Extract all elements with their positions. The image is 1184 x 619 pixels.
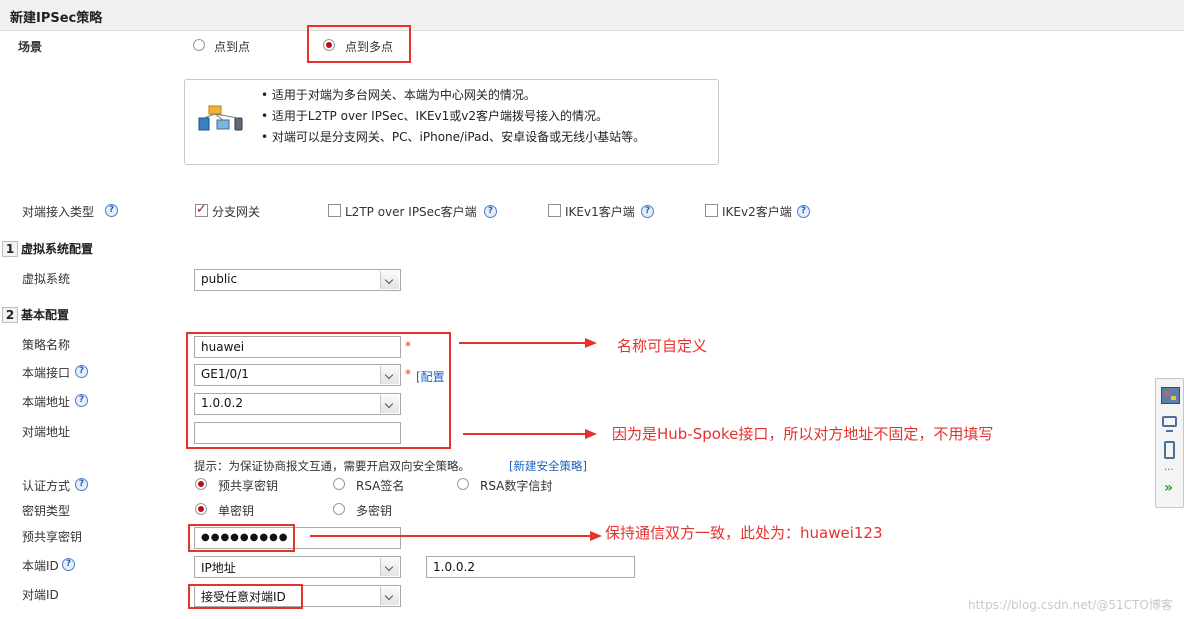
- peer-access-label: 对端接入类型: [22, 205, 95, 219]
- checkbox-ikev1[interactable]: [548, 204, 561, 217]
- highlight-box-psk: [188, 524, 295, 552]
- auth-radio-rsa-sig[interactable]: [333, 478, 345, 490]
- local-id-input[interactable]: 1.0.0.2: [426, 556, 635, 578]
- chevron-down-icon[interactable]: [380, 587, 399, 605]
- checkbox-branch-gateway[interactable]: [195, 202, 208, 217]
- auth-radio-psk[interactable]: [195, 478, 207, 490]
- local-id-type-value: IP地址: [201, 561, 236, 575]
- info-item: • 适用于L2TP over IPSec、IKEv1或v2客户端拨号接入的情况。: [261, 109, 609, 123]
- tip-text: 提示：为保证协商报文互通，需要开启双向安全策略。: [194, 459, 470, 473]
- configure-interface-link[interactable]: [配置: [416, 368, 445, 385]
- help-icon[interactable]: ?: [62, 558, 75, 571]
- section-title: 基本配置: [21, 308, 70, 322]
- help-icon[interactable]: ?: [105, 204, 118, 217]
- checkbox-label-l2tp[interactable]: L2TP over IPSec客户端: [345, 203, 477, 220]
- section-basic-header: 2 基本配置: [2, 306, 69, 323]
- auth-option-rsa-env[interactable]: RSA数字信封: [480, 477, 552, 494]
- local-address-select[interactable]: 1.0.0.2: [194, 393, 401, 415]
- vsys-select[interactable]: public: [194, 269, 401, 291]
- annotation-peer-address: 因为是Hub-Spoke接口，所以对方地址不固定，不用填写: [612, 425, 994, 443]
- vsys-value: public: [201, 272, 238, 286]
- annotation-arrow-head: [590, 531, 602, 541]
- new-security-policy-link[interactable]: [新建安全策略]: [509, 458, 587, 474]
- local-interface-select[interactable]: GE1/0/1: [194, 364, 401, 386]
- annotation-psk: 保持通信双方一致，此处为：huawei123: [605, 524, 883, 542]
- chevron-down-icon[interactable]: [380, 558, 399, 576]
- vsys-label: 虚拟系统: [22, 272, 71, 286]
- auth-option-rsa-sig[interactable]: RSA签名: [356, 477, 404, 494]
- auth-label: 认证方式: [22, 479, 71, 493]
- dialog-title: 新建IPSec策略: [10, 11, 103, 26]
- checkbox-l2tp[interactable]: [328, 204, 341, 217]
- scene-label: 场景: [18, 40, 43, 54]
- help-icon[interactable]: ?: [75, 478, 88, 491]
- local-id-type-select[interactable]: IP地址: [194, 556, 401, 578]
- peer-address-label: 对端地址: [22, 425, 71, 439]
- watermark: https://blog.csdn.net/@51CTO博客: [968, 598, 1173, 612]
- dialog-title-bar: 新建IPSec策略: [0, 0, 1184, 31]
- section-title: 虚拟系统配置: [21, 242, 94, 256]
- auth-radio-rsa-env[interactable]: [457, 478, 469, 490]
- help-icon[interactable]: ?: [797, 205, 810, 218]
- scene-radio-p2mp[interactable]: [323, 39, 335, 51]
- checkbox-ikev2[interactable]: [705, 204, 718, 217]
- scene-radio-p2p[interactable]: [193, 39, 205, 51]
- help-icon[interactable]: ?: [641, 205, 654, 218]
- info-item: • 适用于对端为多台网关、本端为中心网关的情况。: [261, 88, 536, 102]
- scene-option-p2p[interactable]: 点到点: [214, 38, 250, 55]
- side-tool-panel: ··· »: [1155, 378, 1184, 508]
- scene-info-box: • 适用于对端为多台网关、本端为中心网关的情况。 • 适用于L2TP over …: [184, 79, 719, 165]
- chevron-down-icon[interactable]: [380, 395, 399, 413]
- expand-icon[interactable]: »: [1164, 480, 1173, 496]
- help-icon[interactable]: ?: [75, 394, 88, 407]
- section-number: 1: [2, 241, 18, 257]
- local-address-label: 本端地址: [22, 395, 71, 409]
- monitor-stand: [1166, 430, 1173, 432]
- more-icon[interactable]: ···: [1164, 465, 1174, 476]
- checkbox-label-ikev1[interactable]: IKEv1客户端: [565, 203, 635, 220]
- help-icon[interactable]: ?: [75, 365, 88, 378]
- scene-option-p2mp[interactable]: 点到多点: [345, 38, 393, 55]
- psk-label: 预共享密钥: [22, 530, 83, 544]
- chevron-down-icon[interactable]: [380, 271, 399, 289]
- annotation-arrow-line: [463, 433, 585, 435]
- required-mark: *: [405, 367, 411, 381]
- annotation-arrow-head: [585, 338, 597, 348]
- policy-name-label: 策略名称: [22, 338, 71, 352]
- annotation-arrow-head: [585, 429, 597, 439]
- local-interface-value: GE1/0/1: [201, 367, 249, 381]
- section-vsys-header: 1 虚拟系统配置: [2, 240, 93, 257]
- info-item: • 对端可以是分支网关、PC、iPhone/iPad、安卓设备或无线小基站等。: [261, 130, 646, 144]
- network-topology-icon: [198, 105, 243, 131]
- key-type-option-single[interactable]: 单密钥: [218, 502, 254, 519]
- auth-option-psk[interactable]: 预共享密钥: [218, 477, 278, 494]
- checkbox-label-branch-gateway[interactable]: 分支网关: [212, 203, 260, 220]
- peer-address-input[interactable]: [194, 422, 401, 444]
- monitor-icon[interactable]: [1162, 416, 1177, 427]
- annotation-name: 名称可自定义: [617, 337, 708, 355]
- phone-icon[interactable]: [1164, 441, 1175, 459]
- local-interface-label: 本端接口: [22, 366, 71, 380]
- checkbox-label-ikev2[interactable]: IKEv2客户端: [722, 203, 792, 220]
- section-number: 2: [2, 307, 18, 323]
- key-type-radio-single[interactable]: [195, 503, 207, 515]
- key-type-radio-multi[interactable]: [333, 503, 345, 515]
- key-type-option-multi[interactable]: 多密钥: [356, 502, 392, 519]
- highlight-box-peer-id: [188, 584, 303, 609]
- annotation-arrow-line: [459, 342, 585, 344]
- key-type-label: 密钥类型: [22, 504, 71, 518]
- annotation-arrow-line: [310, 535, 590, 537]
- local-id-label: 本端ID: [22, 559, 59, 573]
- help-icon[interactable]: ?: [484, 205, 497, 218]
- chevron-down-icon[interactable]: [380, 366, 399, 384]
- grid-icon[interactable]: [1161, 387, 1180, 404]
- local-address-value: 1.0.0.2: [201, 396, 243, 410]
- policy-name-input[interactable]: huawei: [194, 336, 401, 358]
- required-mark: *: [405, 339, 411, 353]
- peer-id-label: 对端ID: [22, 588, 59, 602]
